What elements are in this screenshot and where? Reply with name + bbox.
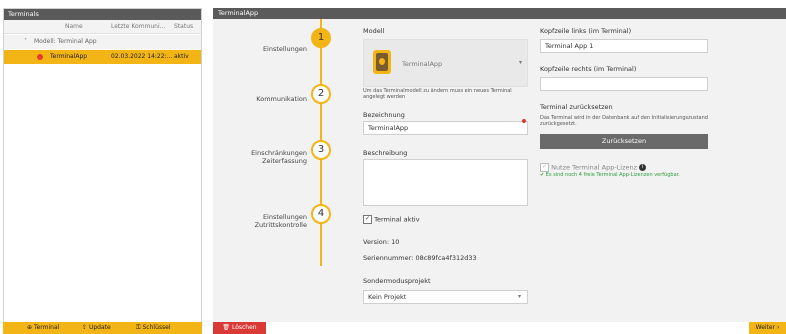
active-checkbox-row[interactable]: ✓ Terminal aktiv: [363, 215, 420, 224]
required-marker: [522, 119, 526, 123]
key-icon: ⚿: [136, 324, 141, 331]
step-2-indicator[interactable]: 2: [311, 84, 331, 104]
column-name[interactable]: Name: [65, 20, 83, 34]
column-last-comm[interactable]: Letzte Kommuni...: [111, 20, 165, 34]
row-name: TerminalApp: [50, 53, 88, 60]
description-textarea[interactable]: [363, 159, 528, 206]
step-label-communication[interactable]: Kommunikation: [227, 95, 307, 103]
model-label: Modell: [363, 27, 385, 35]
add-terminal-button[interactable]: ⊕ Terminal: [27, 322, 59, 334]
trash-icon: 🗑: [222, 324, 231, 331]
step-1-indicator[interactable]: 1: [311, 28, 331, 48]
chevron-down-icon: ▾: [519, 59, 523, 66]
group-label: Modell: Terminal App: [34, 38, 97, 45]
header-right-input[interactable]: [540, 77, 708, 91]
left-toolbar: ⊕ Terminal ⇪ Update ⚿ Schlüssel: [3, 322, 202, 334]
upload-icon: ⇪: [82, 324, 88, 331]
model-hint: Um das Terminalmodell zu ändern muss ein…: [363, 88, 512, 100]
license-info: ✔ Es sind noch 4 freie Terminal App-Lize…: [540, 172, 680, 178]
key-button[interactable]: ⚿ Schlüssel: [136, 322, 171, 334]
terminals-table-header: Name Letzte Kommuni... Status: [4, 20, 201, 34]
step-label-restrictions[interactable]: Einschränkungen Zeiterfassung: [227, 149, 307, 165]
license-row[interactable]: ✓ Nutze Terminal App-Lizenz i: [540, 163, 647, 172]
step-3-indicator[interactable]: 3: [311, 140, 331, 160]
license-label: Nutze Terminal App-Lizenz: [551, 163, 638, 172]
terminal-detail-panel: TerminalApp Einstellungen 1 Kommunikatio…: [213, 8, 786, 322]
detail-panel-title: TerminalApp: [213, 8, 786, 19]
update-button[interactable]: ⇪ Update: [82, 322, 111, 334]
active-label: Terminal aktiv: [374, 215, 420, 224]
header-left-label: Kopfzeile links (im Terminal): [540, 27, 632, 35]
step-label-settings[interactable]: Einstellungen: [227, 45, 307, 53]
chevron-down-icon[interactable]: ˅: [24, 35, 27, 49]
plus-circle-icon: ⊕: [27, 324, 33, 331]
special-mode-label: Sondermodusprojekt: [363, 277, 431, 285]
column-status[interactable]: Status: [174, 20, 193, 34]
description-label: Beschreibung: [363, 149, 408, 157]
special-mode-select[interactable]: Kein Projekt ▾: [363, 290, 528, 304]
row-status: aktiv: [174, 53, 189, 60]
version-text: Version: 10: [363, 238, 400, 246]
chevron-down-icon: ▾: [518, 293, 522, 300]
active-checkbox[interactable]: ✓: [363, 215, 372, 224]
step-4-indicator[interactable]: 4: [311, 204, 331, 224]
license-checkbox[interactable]: ✓: [540, 163, 549, 172]
terminals-panel-title: Terminals: [4, 9, 201, 20]
designation-input[interactable]: TerminalApp: [363, 121, 528, 135]
step-label-access-control[interactable]: Einstellungen Zutrittskontrolle: [227, 213, 307, 229]
info-icon[interactable]: i: [639, 164, 647, 171]
reset-title: Terminal zurücksetzen: [540, 103, 613, 111]
group-row[interactable]: ˅ Modell: Terminal App: [4, 35, 201, 49]
header-right-label: Kopfzeile rechts (im Terminal): [540, 65, 637, 73]
terminals-panel: Terminals Name Letzte Kommuni... Status …: [3, 8, 202, 334]
serial-text: Seriennummer: 08c89fca4f312d33: [363, 254, 477, 262]
row-last-comm: 02.03.2022 14:22:...: [111, 53, 173, 60]
designation-label: Bezeichnung: [363, 111, 405, 119]
next-button[interactable]: Weiter ›: [749, 322, 786, 334]
table-row[interactable]: TerminalApp 02.03.2022 14:22:... aktiv: [4, 50, 201, 64]
model-select[interactable]: TerminalApp ▾: [363, 39, 528, 87]
reset-button[interactable]: Zurücksetzen: [540, 134, 708, 149]
reset-description: Das Terminal wird in der Datenbank auf d…: [540, 115, 708, 127]
model-value: TerminalApp: [402, 60, 443, 68]
header-left-input[interactable]: Terminal App 1: [540, 39, 708, 53]
status-dot-icon: [37, 54, 43, 60]
delete-button[interactable]: 🗑 Löschen: [213, 322, 266, 334]
terminal-app-icon: [373, 50, 391, 74]
